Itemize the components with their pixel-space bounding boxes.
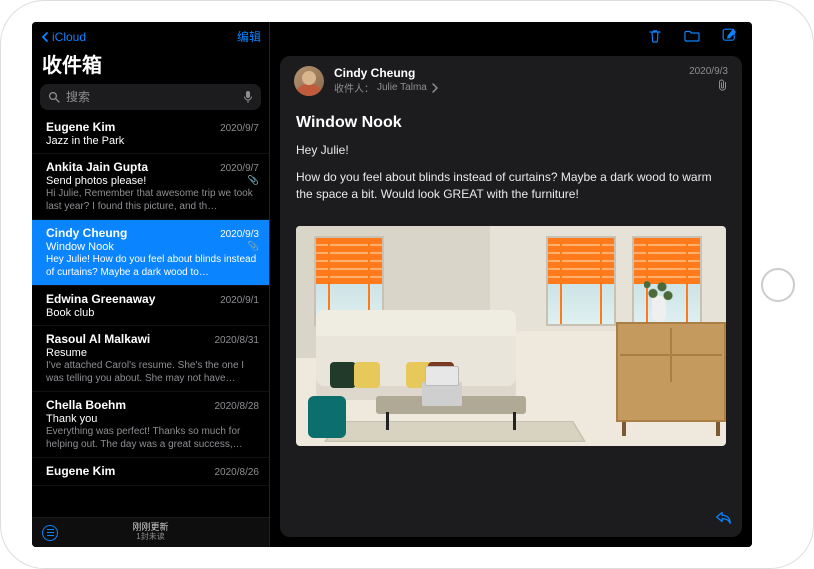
paperclip-icon: 📎	[248, 175, 259, 186]
list-header: iCloud 编辑	[32, 22, 269, 47]
edit-button[interactable]: 编辑	[237, 28, 261, 45]
message-row[interactable]: Eugene Kim 2020/8/26	[32, 458, 269, 486]
mailbox-list-pane: iCloud 编辑 收件箱 Eugene Kim 2020/9/7 Jazz in …	[32, 22, 270, 547]
back-label: iCloud	[52, 30, 86, 44]
reply-icon	[714, 508, 732, 526]
chevron-right-icon	[430, 83, 440, 93]
message-date: 2020/9/7	[220, 123, 259, 134]
filter-icon[interactable]	[42, 525, 58, 541]
message-date: 2020/9/3	[220, 229, 259, 240]
mail-card: Cindy Cheung 收件人： Julie Talma 2020/9/3	[280, 56, 742, 537]
ipad-frame: iCloud 编辑 收件箱 Eugene Kim 2020/9/7 Jazz in …	[0, 0, 814, 569]
search-field[interactable]	[40, 84, 261, 110]
message-row[interactable]: Ankita Jain Gupta 2020/9/7 Send photos ple…	[32, 154, 269, 220]
message-preview: I've attached Carol's resume. She's the …	[46, 360, 259, 385]
mailbox-title: 收件箱	[32, 47, 269, 84]
compose-icon[interactable]	[721, 27, 738, 47]
message-list[interactable]: Eugene Kim 2020/9/7 Jazz in the Park Ankita…	[32, 114, 269, 517]
mail-header: Cindy Cheung 收件人： Julie Talma 2020/9/3	[280, 56, 742, 106]
message-row[interactable]: Cindy Cheung 2020/9/3 Window Nook 📎 Hey Juli…	[32, 220, 269, 286]
to-value: Julie Talma	[377, 82, 427, 93]
paperclip-icon	[689, 79, 728, 94]
search-input[interactable]	[66, 90, 206, 104]
chevron-left-icon	[40, 32, 50, 42]
screen: iCloud 编辑 收件箱 Eugene Kim 2020/9/7 Jazz in …	[32, 22, 752, 547]
message-subject: Book club	[46, 307, 94, 319]
message-row[interactable]: Eugene Kim 2020/9/7 Jazz in the Park	[32, 114, 269, 154]
message-sender: Rasoul Al Malkawi	[46, 332, 150, 346]
search-icon	[48, 91, 60, 103]
trash-icon[interactable]	[647, 28, 663, 47]
message-date: 2020/9/1	[220, 295, 259, 306]
message-sender: Edwina Greenaway	[46, 292, 155, 306]
status-line2: 1封未读	[132, 533, 168, 542]
list-footer: 刚刚更新 1封未读	[32, 517, 269, 547]
message-date: 2020/8/28	[215, 401, 260, 412]
message-preview: Hey Julie! How do you feel about blinds …	[46, 254, 259, 279]
reading-pane: Cindy Cheung 收件人： Julie Talma 2020/9/3	[270, 22, 752, 547]
message-subject: Window Nook	[46, 241, 114, 253]
message-preview: Everything was perfect! Thanks so much f…	[46, 426, 259, 451]
mail-body-p2: How do you feel about blinds instead of …	[296, 169, 726, 203]
update-status: 刚刚更新 1封未读	[132, 523, 168, 542]
mail-date: 2020/9/3	[689, 66, 728, 77]
message-row[interactable]: Chella Boehm 2020/8/28 Thank youEverything…	[32, 392, 269, 458]
message-subject: Jazz in the Park	[46, 135, 124, 147]
message-subject: Thank you	[46, 413, 97, 425]
message-sender: Ankita Jain Gupta	[46, 160, 148, 174]
mail-body-p1: Hey Julie!	[296, 142, 726, 159]
to-label: 收件人：	[334, 80, 374, 95]
message-date: 2020/8/26	[215, 467, 260, 478]
avatar[interactable]	[294, 66, 324, 96]
mail-body: Hey Julie! How do you feel about blinds …	[280, 132, 742, 222]
mail-subject: Window Nook	[280, 106, 742, 132]
mic-icon[interactable]	[243, 90, 253, 104]
reply-button[interactable]	[714, 508, 732, 531]
reading-toolbar	[270, 22, 752, 52]
folder-icon[interactable]	[683, 28, 701, 47]
message-row[interactable]: Edwina Greenaway 2020/9/1 Book club	[32, 286, 269, 326]
message-sender: Cindy Cheung	[46, 226, 127, 240]
home-button[interactable]	[761, 268, 795, 302]
message-sender: Eugene Kim	[46, 120, 115, 134]
message-sender: Eugene Kim	[46, 464, 115, 478]
message-row[interactable]: Rasoul Al Malkawi 2020/8/31 ResumeI've att…	[32, 326, 269, 392]
back-button[interactable]: iCloud	[40, 30, 86, 44]
message-preview: Hi Julie, Remember that awesome trip we …	[46, 188, 259, 213]
mail-attachment-image[interactable]	[296, 226, 726, 446]
message-subject: Resume	[46, 347, 87, 359]
message-date: 2020/9/7	[220, 163, 259, 174]
paperclip-icon: 📎	[248, 241, 259, 252]
to-line[interactable]: 收件人： Julie Talma	[334, 80, 679, 95]
message-sender: Chella Boehm	[46, 398, 126, 412]
from-name[interactable]: Cindy Cheung	[334, 66, 679, 80]
message-date: 2020/8/31	[215, 335, 260, 346]
message-subject: Send photos please!	[46, 175, 146, 187]
